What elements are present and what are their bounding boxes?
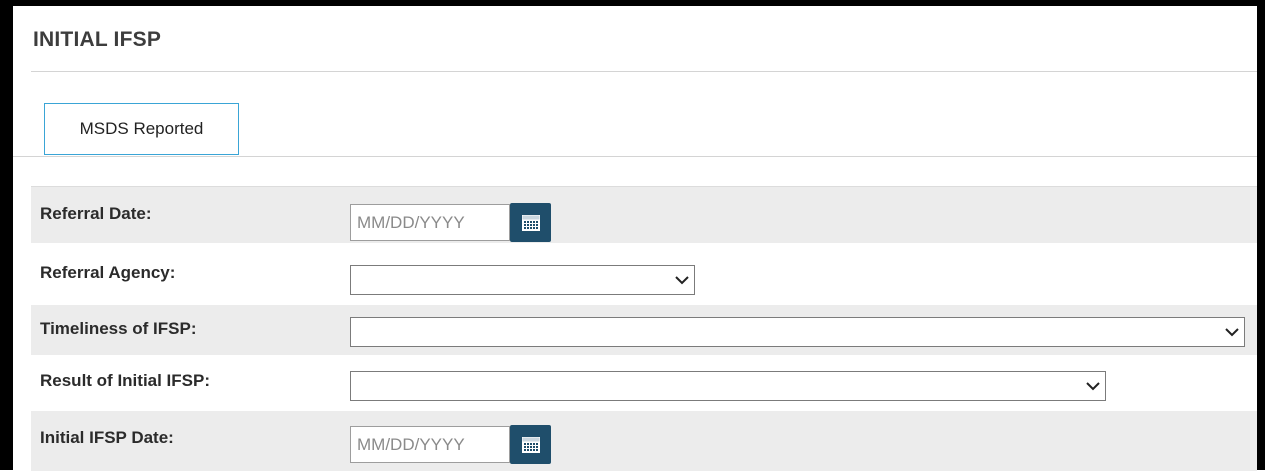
referral-agency-select[interactable]	[350, 265, 695, 295]
initial-date-label: Initial IFSP Date:	[40, 428, 174, 447]
calendar-icon	[521, 436, 540, 453]
initial-date-row: Initial IFSP Date:	[31, 411, 1257, 471]
result-label: Result of Initial IFSP:	[40, 371, 211, 390]
referral-date-input[interactable]	[350, 204, 510, 241]
referral-date-label: Referral Date:	[40, 204, 152, 223]
referral-agency-label: Referral Agency:	[40, 263, 176, 282]
referral-date-calendar-button[interactable]	[510, 203, 551, 242]
initial-date-calendar-button[interactable]	[510, 425, 551, 464]
chevron-down-icon	[675, 276, 689, 285]
timeliness-label: Timeliness of IFSP:	[40, 319, 197, 338]
chevron-down-icon	[1086, 382, 1100, 391]
result-select[interactable]	[350, 371, 1106, 401]
chevron-down-icon	[1225, 328, 1239, 337]
tab-bar-divider	[13, 156, 1257, 157]
initial-ifsp-form: Referral Date: Referral Agency: Ti	[31, 186, 1257, 471]
title-divider	[31, 71, 1257, 72]
page-title: INITIAL IFSP	[33, 28, 162, 51]
initial-date-input[interactable]	[350, 426, 510, 463]
tab-label: MSDS Reported	[79, 119, 204, 138]
result-row: Result of Initial IFSP:	[31, 355, 1257, 411]
timeliness-select[interactable]	[350, 317, 1245, 347]
tab-msds-reported[interactable]: MSDS Reported	[44, 103, 239, 155]
referral-agency-row: Referral Agency:	[31, 249, 1257, 305]
referral-date-row: Referral Date:	[31, 187, 1257, 243]
calendar-icon	[521, 214, 540, 231]
timeliness-row: Timeliness of IFSP:	[31, 305, 1257, 355]
